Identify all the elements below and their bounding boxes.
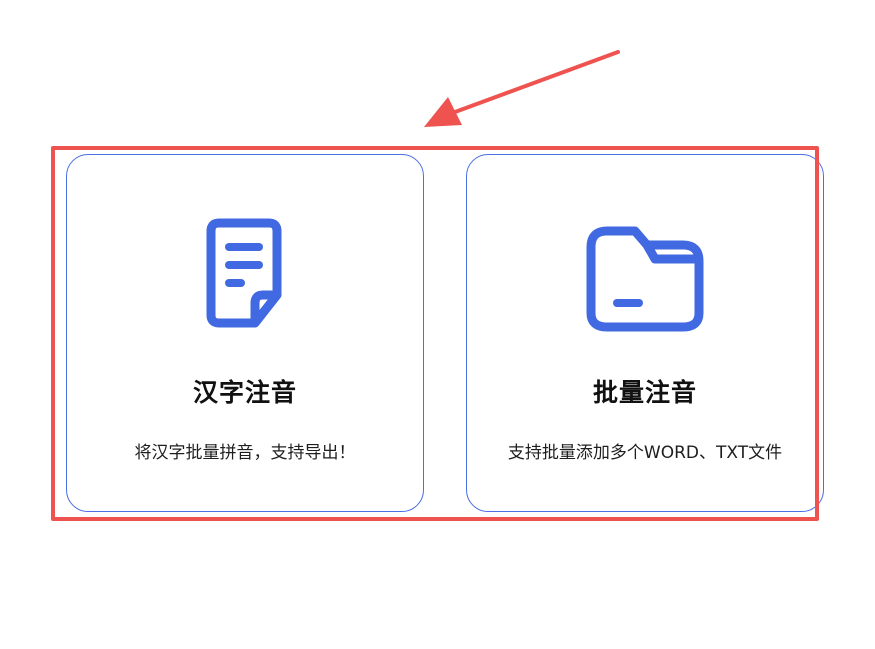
card-batch-zhuyin[interactable]: 批量注音 支持批量添加多个WORD、TXT文件 xyxy=(466,154,824,512)
document-icon xyxy=(206,218,282,328)
card-title: 汉字注音 xyxy=(192,378,297,407)
page: 汉字注音 将汉字批量拼音，支持导出！ 批量注音 支持批量添加多个WORD、TXT… xyxy=(0,0,875,649)
card-hanzi-zhuyin[interactable]: 汉字注音 将汉字批量拼音，支持导出！ xyxy=(66,154,424,512)
card-description: 支持批量添加多个WORD、TXT文件 xyxy=(507,443,783,463)
card-description: 将汉字批量拼音，支持导出！ xyxy=(134,443,356,463)
folder-icon xyxy=(586,226,704,332)
card-title: 批量注音 xyxy=(592,378,697,407)
